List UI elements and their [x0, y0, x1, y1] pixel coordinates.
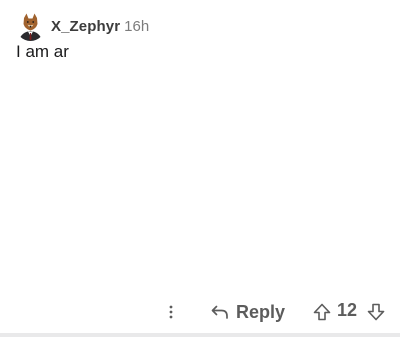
- vote-score: 12: [337, 300, 358, 320]
- more-options-button[interactable]: [160, 301, 182, 323]
- vertical-ellipsis-icon: [169, 305, 173, 319]
- avatar[interactable]: [16, 11, 45, 41]
- comment-text: I am ar: [16, 42, 69, 61]
- upvote-button[interactable]: [312, 301, 332, 323]
- downvote-button[interactable]: [366, 301, 386, 323]
- redacted-text-area: [72, 43, 142, 63]
- comment-action-bar: Reply 12: [0, 296, 400, 328]
- reply-button[interactable]: Reply: [210, 299, 285, 325]
- comment-timestamp: 16h: [124, 17, 150, 35]
- reply-arrow-icon: [211, 305, 228, 319]
- downvote-arrow-icon: [367, 303, 385, 321]
- comment-header: X_Zephyr 16h: [16, 11, 149, 41]
- upvote-arrow-icon: [313, 303, 331, 321]
- reply-label: Reply: [236, 301, 286, 322]
- fox-avatar-icon: [16, 11, 45, 41]
- comment-author[interactable]: X_Zephyr: [51, 18, 120, 35]
- comment-divider: [0, 333, 400, 337]
